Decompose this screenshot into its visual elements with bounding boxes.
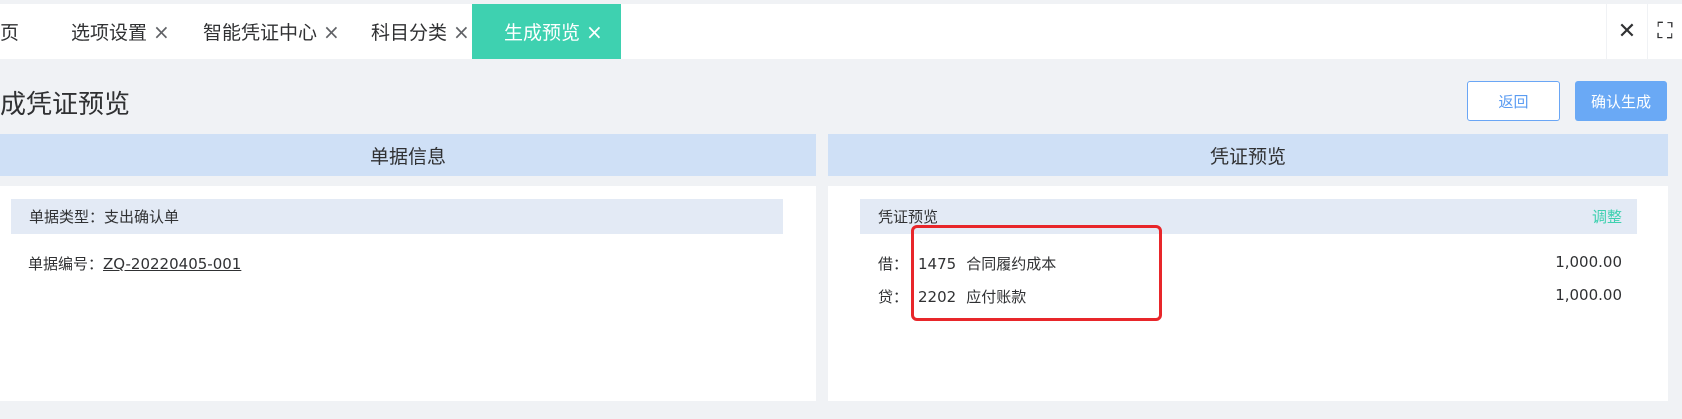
close-icon[interactable]: × (153, 20, 170, 44)
tab-smart-voucher-center[interactable]: 智能凭证中心 × (203, 4, 340, 59)
fullscreen-button[interactable]: ⛶ (1648, 4, 1682, 59)
close-icon[interactable]: × (453, 20, 470, 44)
tab-label: 选项设置 (71, 22, 148, 44)
confirm-generate-button[interactable]: 确认生成 (1575, 81, 1667, 121)
tab-options-settings[interactable]: 选项设置 × (71, 4, 170, 59)
entry-direction: 贷： (878, 288, 909, 306)
entry-direction: 借： (878, 255, 909, 273)
tab-label: 智能凭证中心 (203, 22, 318, 44)
fullscreen-icon: ⛶ (1657, 19, 1673, 44)
close-icon: ✕ (1617, 19, 1637, 44)
highlight-box (911, 225, 1162, 321)
entry-amount: 1,000.00 (1555, 286, 1622, 304)
tab-home[interactable]: 页 (0, 4, 19, 59)
tab-subject-category[interactable]: 科目分类 × (371, 4, 470, 59)
tab-label: 生成预览 (504, 22, 581, 44)
document-number: 单据编号：ZQ-20220405-001 (28, 253, 241, 274)
tab-label: 科目分类 (371, 22, 448, 44)
back-button[interactable]: 返回 (1467, 81, 1560, 121)
tab-bar: 页 选项设置 × 智能凭证中心 × 科目分类 × 生成预览 × ✕ ⛶ (0, 0, 1682, 59)
voucher-preview-bar-title: 凭证预览 (878, 208, 939, 226)
document-type-value: 支出确认单 (104, 208, 180, 226)
adjust-link[interactable]: 调整 (1592, 206, 1622, 227)
document-number-label: 单据编号： (28, 255, 104, 273)
document-type-bar: 单据类型： 支出确认单 (11, 199, 783, 234)
document-type-label: 单据类型： (29, 208, 105, 226)
page-title: 成凭证预览 (0, 90, 131, 120)
document-info-panel: 单据类型： 支出确认单 单据编号：ZQ-20220405-001 (0, 186, 816, 401)
document-info-header: 单据信息 (0, 134, 816, 176)
voucher-preview-header: 凭证预览 (828, 134, 1668, 176)
close-icon[interactable]: × (586, 20, 603, 44)
entry-amount: 1,000.00 (1555, 253, 1622, 271)
tab-label: 页 (0, 22, 20, 44)
close-icon[interactable]: × (323, 20, 340, 44)
document-number-link[interactable]: ZQ-20220405-001 (103, 255, 241, 273)
close-all-tabs-button[interactable]: ✕ (1607, 4, 1647, 59)
tab-generate-preview[interactable]: 生成预览 × (472, 4, 621, 59)
